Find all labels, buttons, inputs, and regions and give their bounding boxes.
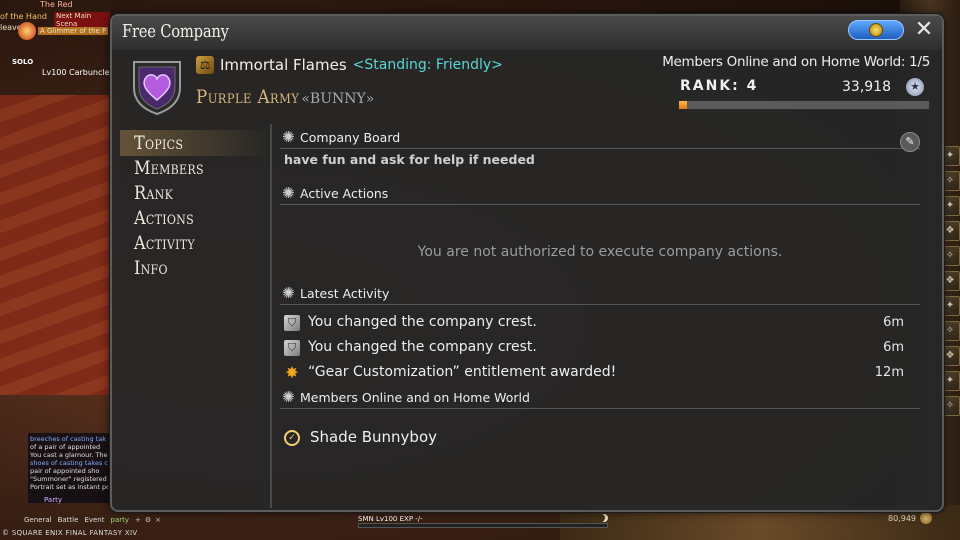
activity-time: 6m <box>883 340 904 355</box>
activity-time: 6m <box>883 315 904 330</box>
add-tab-icon[interactable]: + <box>135 516 141 524</box>
chat-line: "Summoner" registered <box>30 475 107 483</box>
chat-close-icon[interactable]: × <box>155 516 161 524</box>
active-actions-header: ✺ Active Actions <box>280 184 920 205</box>
chat-line: Portrait set as instant po <box>30 483 108 491</box>
standing-label: <Standing: Friendly> <box>352 57 503 73</box>
rank-progress-fill <box>679 101 687 109</box>
quest-icon <box>18 22 36 40</box>
nav-item-topics[interactable]: Topics <box>134 132 183 154</box>
fc-name-row: ⚖ Immortal Flames <Standing: Friendly> <box>196 56 503 74</box>
rank-progress-bar <box>678 100 930 110</box>
chat-settings-icon[interactable]: ⚙ <box>145 516 151 524</box>
moon-phase-icon <box>600 514 608 522</box>
chat-tab-party[interactable]: party <box>111 516 130 524</box>
company-crest <box>133 61 181 116</box>
activity-item: ✸ “Gear Customization” entitlement award… <box>284 363 904 383</box>
nav-item-activity[interactable]: Activity <box>134 232 195 254</box>
company-name: Purple Army <box>196 86 300 108</box>
chat-tabs: General Battle Event party + ⚙ × <box>24 516 161 524</box>
job-label: SMN <box>358 515 374 523</box>
nav-item-members[interactable]: Members <box>134 157 204 179</box>
quest-title[interactable]: Next Main Scena <box>54 12 110 28</box>
members-online-title: Members Online and on Home World <box>300 390 530 405</box>
nav-item-info[interactable]: Info <box>134 257 168 279</box>
activity-item: ⛉ You changed the company crest. 6m <box>284 313 904 333</box>
chat-tab-general[interactable]: General <box>24 516 52 524</box>
company-credits-button[interactable] <box>848 20 904 40</box>
activity-item: ⛉ You changed the company crest. 6m <box>284 338 904 358</box>
fc-title-row: Purple Army «BUNNY» <box>196 86 374 108</box>
activity-text: “Gear Customization” entitlement awarded… <box>308 364 617 380</box>
free-company-window: Free Company ✕ ⚖ Immortal Flames <Standi… <box>110 14 944 512</box>
edit-pencil-icon[interactable]: ✎ <box>900 132 920 152</box>
members-online-count: Members Online and on Home World: 1/5 <box>662 54 930 70</box>
chat-line: of a pair of appointed <box>30 443 101 451</box>
company-board-header: ✺ Company Board ✎ <box>280 128 920 152</box>
activity-time: 12m <box>874 365 904 380</box>
quest-tracker[interactable]: of the Hand Next Main Scena leave A Glim… <box>0 12 110 44</box>
company-board-title: Company Board <box>300 130 401 145</box>
chat-tab-battle[interactable]: Battle <box>58 516 79 524</box>
online-status-icon: ✓ <box>284 430 300 446</box>
crest-change-icon: ⛉ <box>284 340 300 356</box>
hud-location-label: The Red <box>40 0 73 9</box>
window-title: Free Company <box>122 21 229 42</box>
members-online-header: ✺ Members Online and on Home World <box>280 388 920 409</box>
grand-company-icon: ⚖ <box>196 56 214 74</box>
nav-item-rank[interactable]: Rank <box>134 182 173 204</box>
background-carpet <box>0 95 120 395</box>
section-spark-icon: ✺ <box>282 388 295 406</box>
active-actions-title: Active Actions <box>300 186 389 201</box>
company-tag: «BUNNY» <box>301 91 375 107</box>
exp-label: EXP -/- <box>399 515 423 523</box>
window-title-bar[interactable]: Free Company ✕ <box>112 16 942 50</box>
chat-line: pair of appointed sho <box>30 467 100 475</box>
company-credit-icon <box>869 23 883 37</box>
award-star-icon: ✸ <box>285 363 299 382</box>
close-icon[interactable]: ✕ <box>912 18 936 42</box>
grand-company-name: Immortal Flames <box>220 56 347 74</box>
company-board-message: have fun and ask for help if needed <box>284 152 535 167</box>
section-spark-icon: ✺ <box>282 284 295 302</box>
rank-star-icon: ★ <box>906 78 924 96</box>
latest-activity-header: ✺ Latest Activity <box>280 284 920 305</box>
job-level: Lv100 <box>375 515 398 523</box>
latest-activity-title: Latest Activity <box>300 286 390 301</box>
gil-icon <box>920 512 932 524</box>
gil-amount: 80,949 <box>888 514 916 523</box>
pet-level-label: Lv100 Carbuncle <box>42 68 110 77</box>
chat-line: You cast a glamour. The <box>30 451 108 459</box>
chat-line: shoes of casting takes c <box>30 459 108 467</box>
job-status: SMN Lv100 EXP -/- <box>358 515 423 523</box>
side-nav: Topics Members Rank Actions Activity Inf… <box>112 124 272 508</box>
copyright-text: © SQUARE ENIX FINAL FANTASY XIV <box>2 529 138 537</box>
party-solo-label: SOLO <box>12 58 34 66</box>
chat-log[interactable]: breeches of casting tak of a pair of app… <box>28 433 110 503</box>
quest-subtitle[interactable]: A Glimmer of the P <box>38 27 109 35</box>
section-spark-icon: ✺ <box>282 128 295 146</box>
activity-text: You changed the company crest. <box>308 314 537 330</box>
chat-party-label: Party <box>44 496 62 504</box>
quest-left-text: of the Hand <box>0 12 47 21</box>
rank-points: 33,918 <box>842 79 891 95</box>
crest-change-icon: ⛉ <box>284 315 300 331</box>
section-spark-icon: ✺ <box>282 184 295 202</box>
nav-item-actions[interactable]: Actions <box>134 207 194 229</box>
member-name: Shade Bunnyboy <box>310 428 438 446</box>
activity-text: You changed the company crest. <box>308 339 537 355</box>
actions-unauthorized-message: You are not authorized to execute compan… <box>417 244 783 260</box>
chat-tab-event[interactable]: Event <box>84 516 104 524</box>
rank-label: RANK: 4 <box>680 78 759 94</box>
chat-line: breeches of casting tak <box>30 435 107 443</box>
exp-bar <box>358 523 608 528</box>
